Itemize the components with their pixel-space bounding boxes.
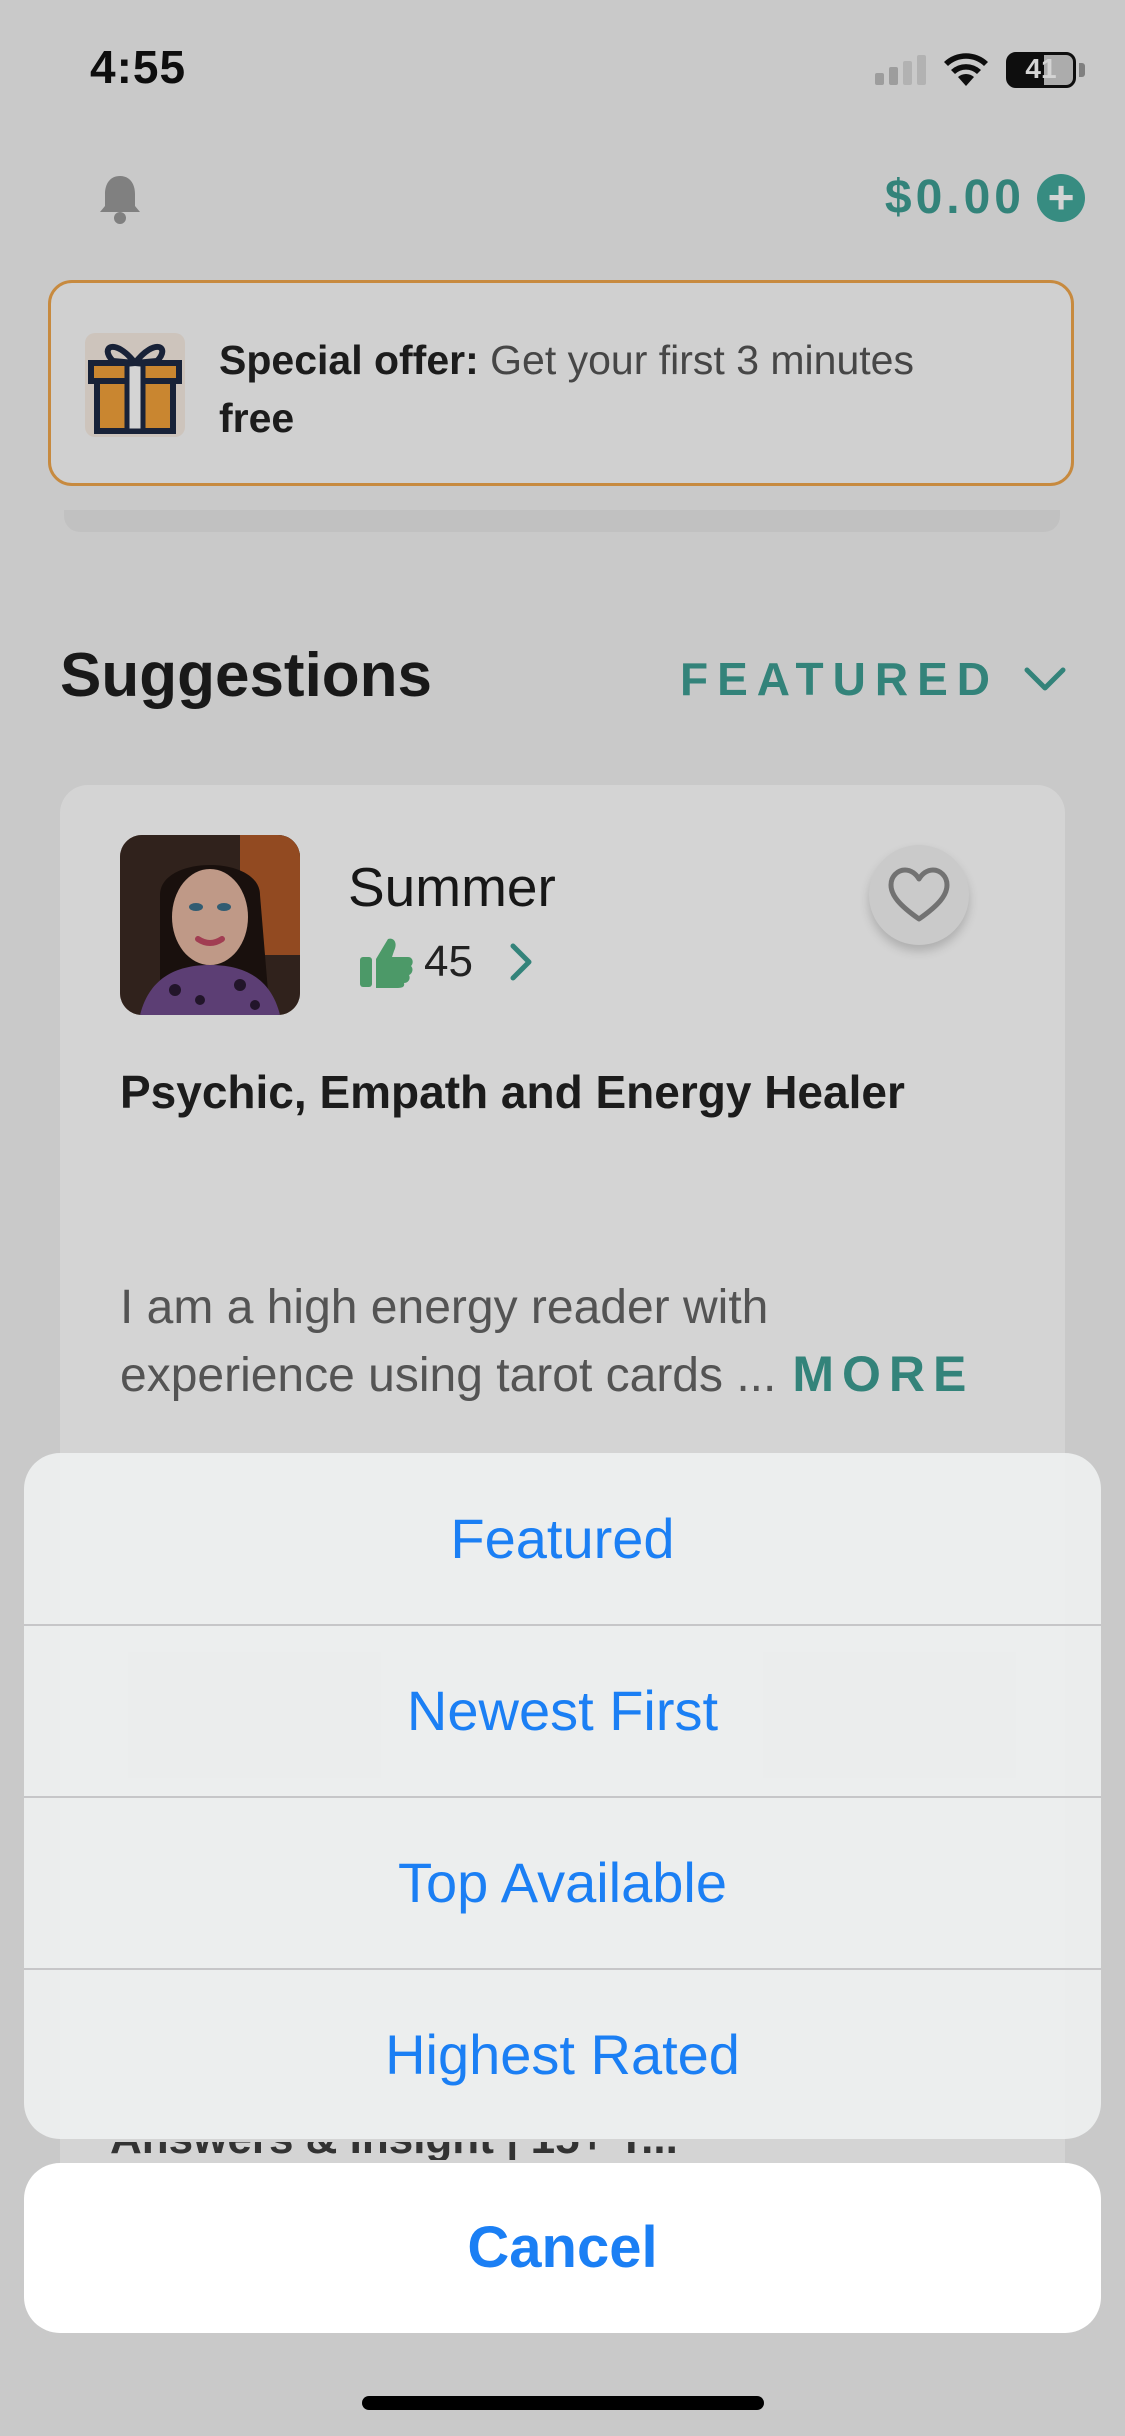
cancel-button[interactable]: Cancel [24, 2163, 1101, 2333]
sort-option-featured[interactable]: Featured [24, 1453, 1101, 1625]
card-peek-text: Answers & Insight | 15+ Y... [110, 2142, 910, 2160]
sort-option-highest-rated[interactable]: Highest Rated [24, 1969, 1101, 2139]
sort-option-newest-first[interactable]: Newest First [24, 1625, 1101, 1797]
sort-option-top-available[interactable]: Top Available [24, 1797, 1101, 1969]
app-screen: 4:55 41 $0.00 + Special offer: Get your … [0, 0, 1125, 2436]
sort-action-sheet: Featured Newest First Top Available High… [24, 1453, 1101, 2139]
home-indicator[interactable] [362, 2396, 764, 2410]
